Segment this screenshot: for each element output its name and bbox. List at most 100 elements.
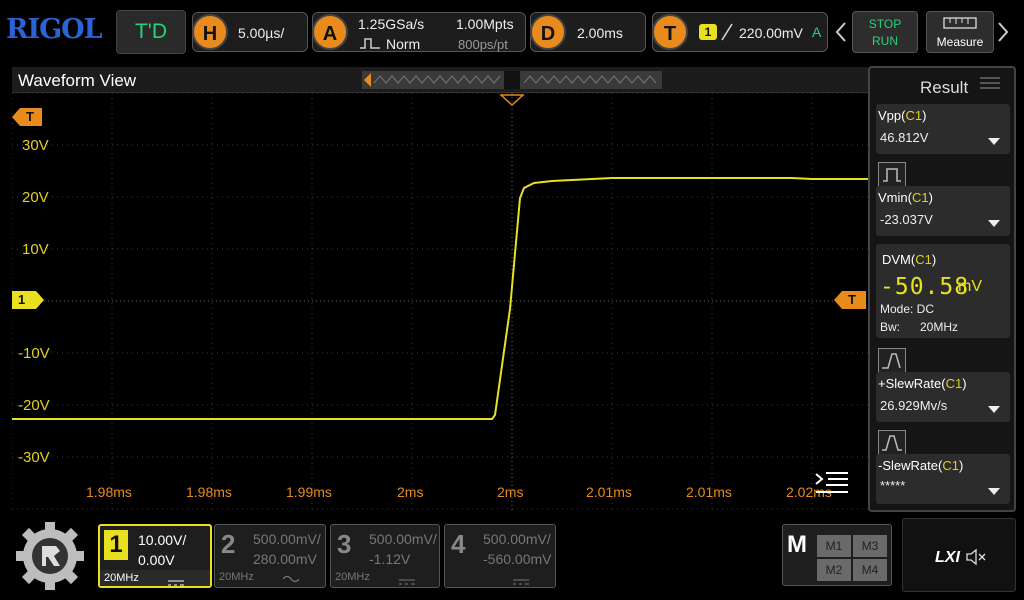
dvm-value: -50.58 <box>880 274 970 300</box>
timebase-value: 5.00µs/ <box>238 25 285 41</box>
math-m3[interactable]: M3 <box>853 535 887 557</box>
dvm-bw-label: Bw: <box>880 320 901 334</box>
vmin-value: -23.037V <box>880 212 933 227</box>
dc-coupling-icon <box>513 573 529 585</box>
rigol-gear-logo-icon[interactable] <box>10 518 90 594</box>
measure-card-vpp[interactable]: Vpp(C1) 46.812V <box>876 104 1010 154</box>
math-m2[interactable]: M2 <box>817 559 851 581</box>
chevron-down-icon[interactable] <box>988 406 1000 413</box>
ch3-offset: -1.12V <box>369 551 411 567</box>
vpp-channel: C1 <box>905 108 923 123</box>
ch3-number: 3 <box>337 529 352 559</box>
acquire-mode-icon <box>360 36 380 49</box>
x-label-3: 2ms <box>397 484 424 500</box>
y-label-neg10v: -10V <box>18 345 50 362</box>
neg-slewrate-name: -SlewRate <box>878 458 938 473</box>
memory-position-bar[interactable] <box>362 71 662 89</box>
channel-2-panel[interactable]: 2 500.00mV/ 280.00mV 20MHz <box>214 524 326 588</box>
y-label-neg30v: -30V <box>18 449 50 466</box>
dvm-card[interactable]: DVM(C1) -50.58 mV Mode: DC Bw: 20MHz <box>876 244 1010 338</box>
math-m1[interactable]: M1 <box>817 535 851 557</box>
fall-measure-icon <box>878 430 906 456</box>
result-menu-icon[interactable] <box>980 76 1000 90</box>
x-label-4: 2ms <box>497 484 524 500</box>
ch4-number: 4 <box>451 529 466 559</box>
trigger-source-badge: 1 <box>699 24 717 40</box>
delay-icon[interactable]: D <box>530 14 566 50</box>
measure-label: Measure <box>936 35 984 49</box>
measure-card-vmin[interactable]: Vmin(C1) -23.037V <box>876 186 1010 236</box>
rigol-logo: RIGOL <box>6 14 103 45</box>
channel-1-panel[interactable]: 1 10.00V/ 0.00V 20MHz <box>98 524 212 588</box>
dvm-name: DVM <box>882 252 911 267</box>
dc-coupling-icon <box>399 573 415 585</box>
ch1-marker-label: 1 <box>18 292 26 307</box>
ch2-scale: 500.00mV/ <box>253 531 321 547</box>
neg-slewrate-channel: C1 <box>942 458 959 473</box>
sample-rate: 1.25GSa/s <box>358 16 425 32</box>
trigger-icon[interactable]: T <box>652 14 688 50</box>
channel-4-panel[interactable]: 4 500.00mV/ -560.00mV <box>444 524 556 588</box>
horizontal-icon[interactable]: H <box>192 14 228 50</box>
acquire-icon[interactable]: A <box>312 14 348 50</box>
waveform-grid[interactable] <box>12 93 868 510</box>
chevron-down-icon[interactable] <box>988 220 1000 227</box>
x-label-2: 1.99ms <box>286 484 332 500</box>
trigger-position-marker[interactable] <box>499 94 525 107</box>
channel-3-panel[interactable]: 3 500.00mV/ -1.12V 20MHz <box>330 524 440 588</box>
x-label-6: 2.01ms <box>686 484 732 500</box>
result-title: Result <box>920 78 969 97</box>
ch1-offset-marker[interactable] <box>12 291 44 309</box>
y-label-20v: 20V <box>22 189 49 206</box>
time-resolution: 800ps/pt <box>458 37 508 52</box>
pos-slewrate-name: +SlewRate <box>878 376 942 391</box>
dvm-unit: mV <box>958 278 982 295</box>
math-panel[interactable]: M M1 M3 M2 M4 <box>782 524 892 586</box>
x-label-0: 1.98ms <box>86 484 132 500</box>
lxi-icon[interactable]: LXI <box>935 549 960 567</box>
trigger-status-button[interactable]: T'D <box>116 10 186 54</box>
ch2-bw: 20MHz <box>219 571 254 583</box>
ch1-number: 1 <box>104 530 128 560</box>
vpp-name: Vpp <box>878 108 902 123</box>
dc-coupling-icon <box>168 574 184 586</box>
waveform-view-title: Waveform View <box>18 71 137 90</box>
stop-run-button[interactable]: STOP RUN <box>852 11 918 53</box>
trigger-marker-right-label: T <box>848 292 856 307</box>
trigger-coupling: A <box>812 24 822 40</box>
ac-coupling-icon <box>282 571 300 583</box>
ch2-number: 2 <box>221 529 236 559</box>
acquire-mode: Norm <box>386 36 421 52</box>
pulse-measure-icon <box>878 162 906 188</box>
ch1-waveform-trace <box>12 177 868 420</box>
ruler-icon <box>927 16 993 32</box>
measure-card-neg-slewrate[interactable]: -SlewRate(C1) ***** <box>876 454 1010 504</box>
ch2-offset: 280.00mV <box>253 551 317 567</box>
ch1-offset: 0.00V <box>138 552 175 568</box>
ch3-bw: 20MHz <box>335 571 370 583</box>
x-label-1: 1.98ms <box>186 484 232 500</box>
y-label-10v: 10V <box>22 241 49 258</box>
delay-value: 2.00ms <box>577 25 623 41</box>
vmin-channel: C1 <box>911 190 929 205</box>
run-label: RUN <box>872 34 898 48</box>
chevron-left-icon[interactable] <box>834 20 848 44</box>
vpp-value: 46.812V <box>880 130 929 145</box>
chevron-down-icon[interactable] <box>988 488 1000 495</box>
dvm-bw-value: 20MHz <box>920 320 959 334</box>
measure-card-pos-slewrate[interactable]: +SlewRate(C1) 26.929Mv/s <box>876 372 1010 422</box>
chevron-right-icon[interactable] <box>996 20 1010 44</box>
pos-slewrate-channel: C1 <box>945 376 963 391</box>
speaker-muted-icon[interactable] <box>965 547 987 567</box>
measure-button[interactable]: Measure <box>926 11 994 53</box>
result-panel: Result Vpp(C1) 46.812V Vmin(C1) -23.037V… <box>868 66 1016 512</box>
trigger-level: 220.00mV <box>739 25 803 41</box>
ch1-scale: 10.00V/ <box>138 532 187 548</box>
dvm-channel: C1 <box>915 252 932 267</box>
rising-edge-icon <box>720 23 734 41</box>
chevron-down-icon[interactable] <box>988 138 1000 145</box>
math-m4[interactable]: M4 <box>853 559 887 581</box>
y-label-30v: 30V <box>22 137 49 154</box>
menu-list-icon[interactable] <box>814 470 850 496</box>
rise-measure-icon <box>878 348 906 374</box>
